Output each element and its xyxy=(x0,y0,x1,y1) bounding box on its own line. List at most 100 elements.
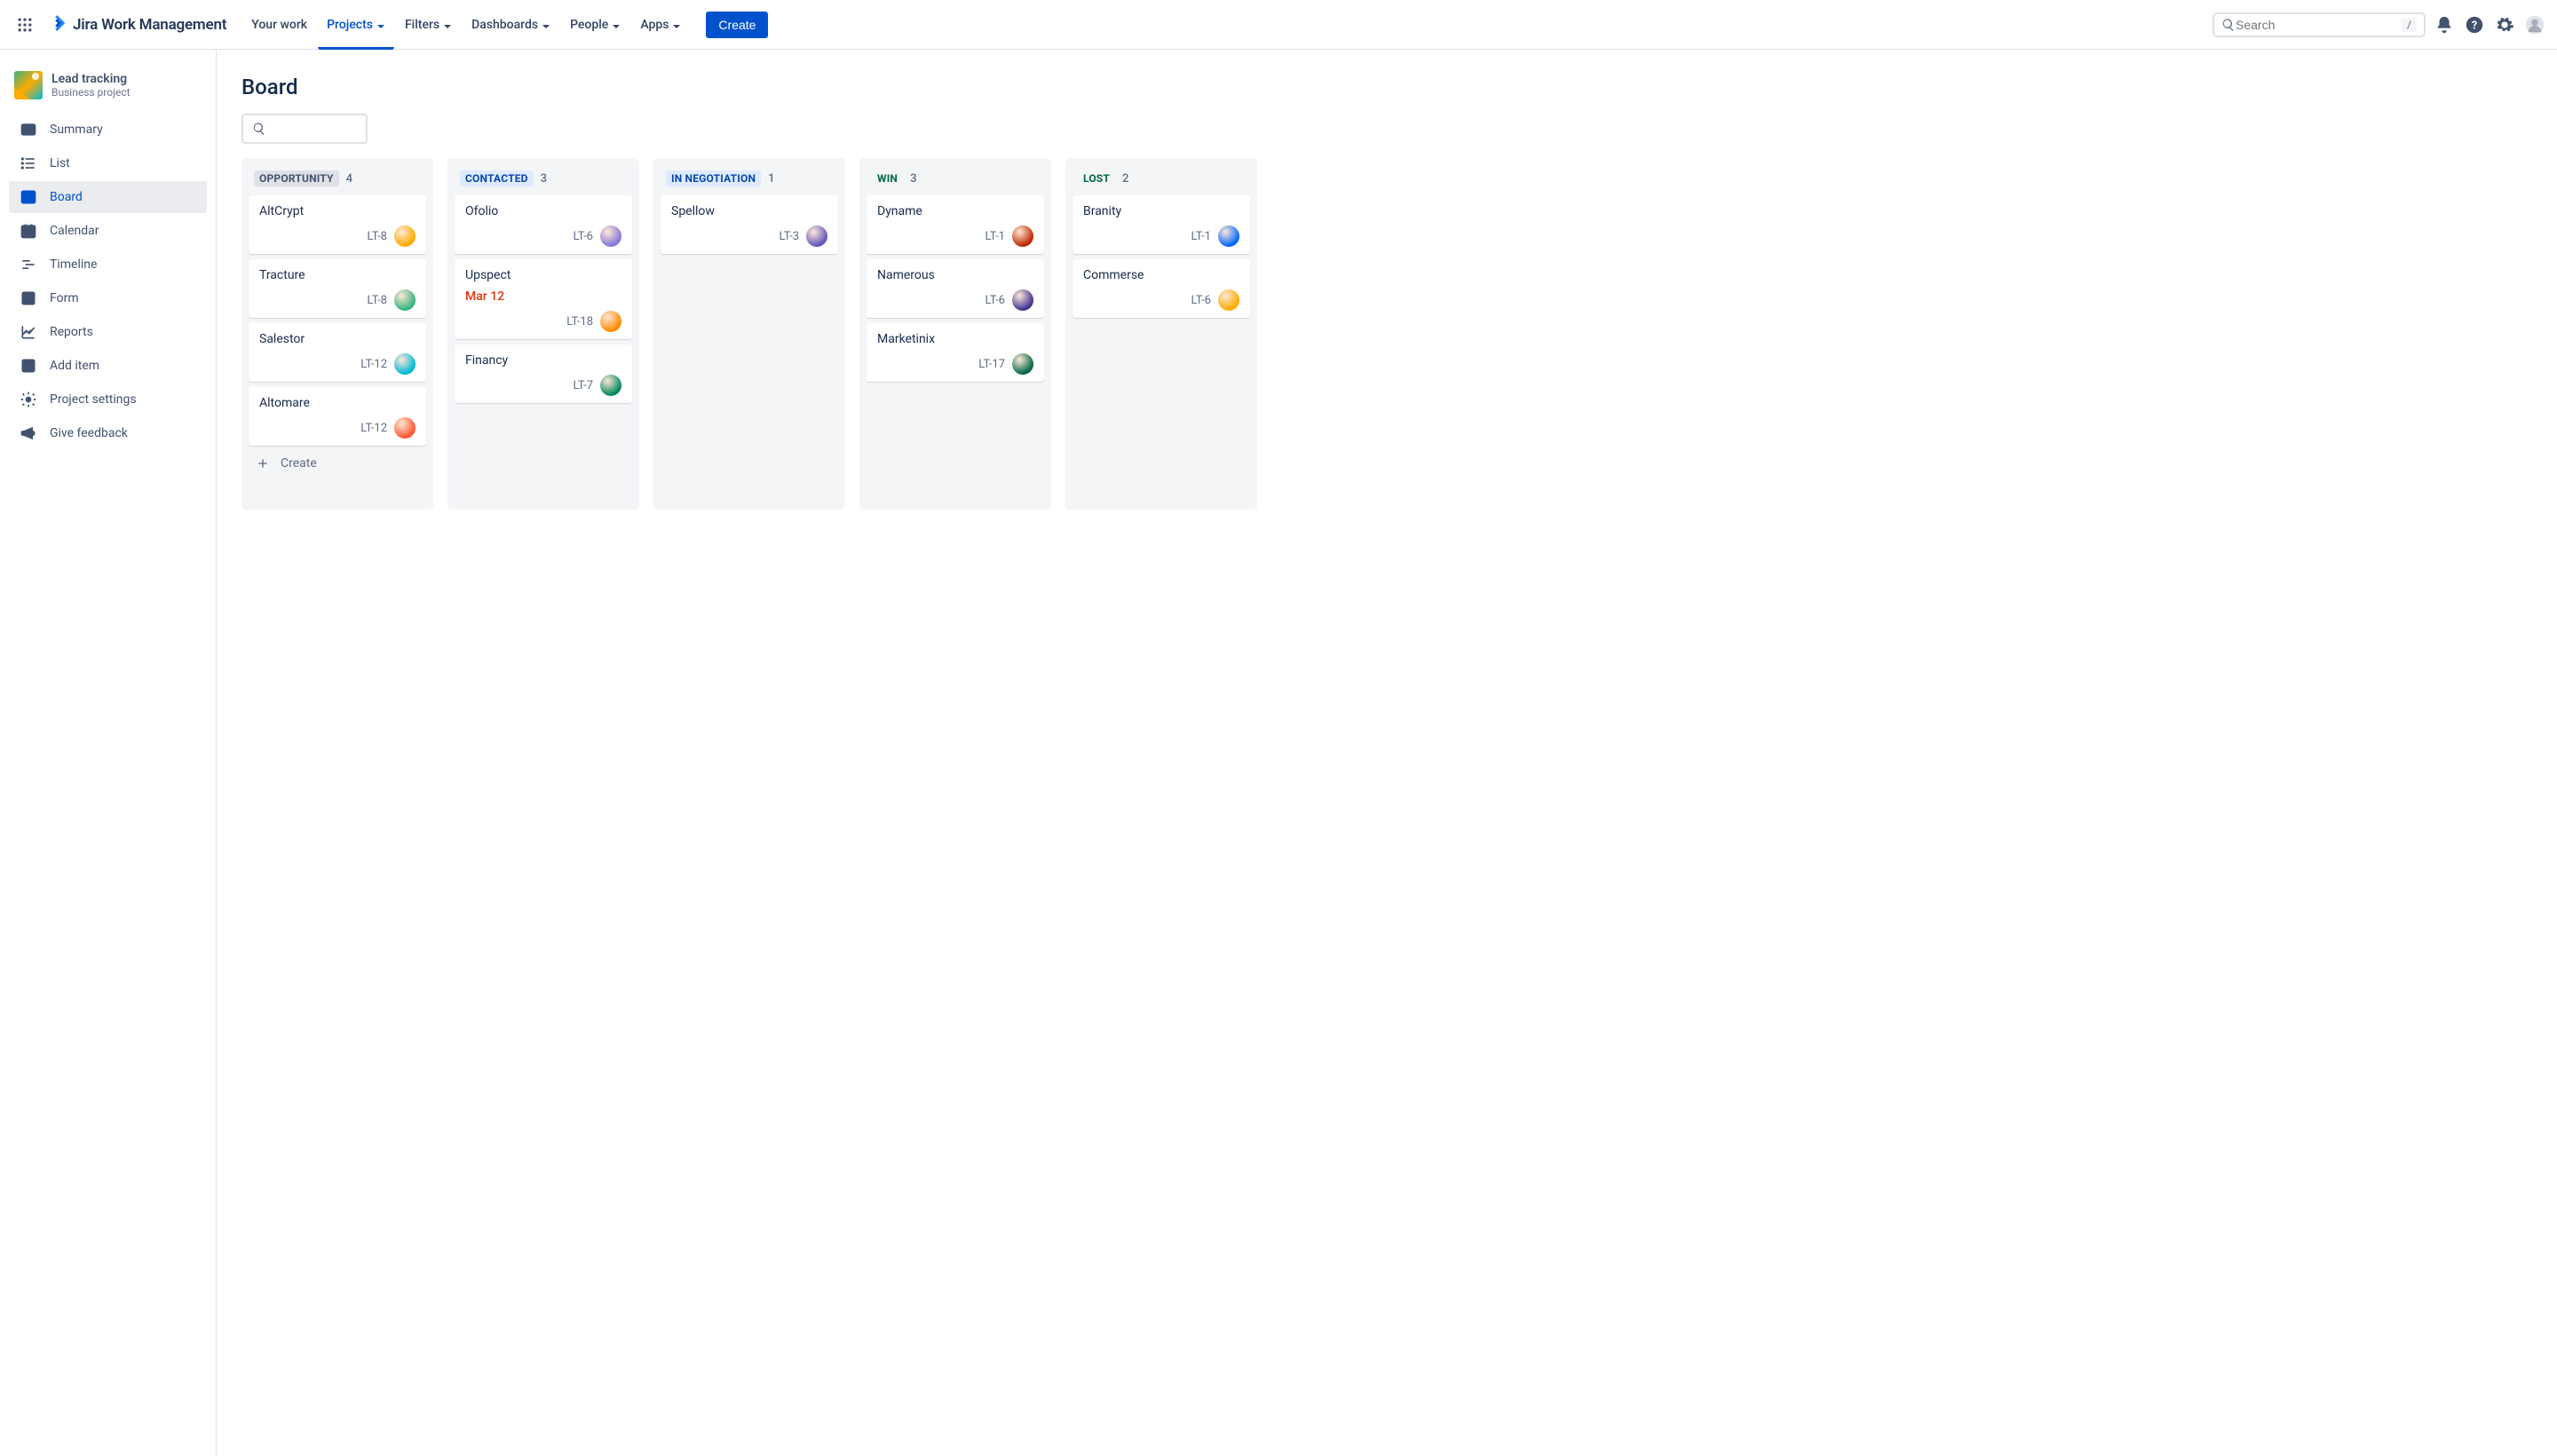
card-title: Tracture xyxy=(259,268,416,282)
column-header[interactable]: WIN3 xyxy=(867,165,1044,195)
create-card-label: Create xyxy=(281,456,317,471)
board-column: IN NEGOTIATION1SpellowLT-3 xyxy=(653,158,845,510)
sidebar-item-settings[interactable]: Project settings xyxy=(9,384,207,415)
sidebar-item-summary[interactable]: Summary xyxy=(9,114,207,146)
assignee-avatar[interactable] xyxy=(1218,226,1239,247)
timeline-icon xyxy=(20,256,37,273)
sidebar-item-list[interactable]: List xyxy=(9,147,207,179)
project-avatar-icon xyxy=(14,71,43,99)
svg-text:?: ? xyxy=(2472,19,2477,32)
nav-people[interactable]: People xyxy=(561,0,629,50)
board-card[interactable]: AltCryptLT-8 xyxy=(249,195,426,254)
card-list: BranityLT-1CommerseLT-6 xyxy=(1073,195,1250,318)
assignee-avatar[interactable] xyxy=(1012,226,1033,247)
board-card[interactable]: Salestor LT-12 xyxy=(249,323,426,382)
column-header[interactable]: OPPORTUNITY 4 xyxy=(249,165,426,195)
board-card[interactable]: NamerousLT-6 xyxy=(867,259,1044,318)
nav-apps[interactable]: Apps xyxy=(631,0,690,50)
assignee-avatar[interactable] xyxy=(394,226,416,247)
sidebar-item-timeline[interactable]: Timeline xyxy=(9,249,207,281)
card-key: LT-6 xyxy=(574,230,593,243)
card-key: LT-6 xyxy=(1191,294,1211,307)
column-header[interactable]: LOST2 xyxy=(1073,165,1250,195)
plus-icon xyxy=(256,456,270,471)
board-card[interactable]: CommerseLT-6 xyxy=(1073,259,1250,318)
card-footer: LT-6 xyxy=(877,289,1033,311)
card-footer: LT-18 xyxy=(465,311,621,332)
card-list: SpellowLT-3 xyxy=(661,195,838,254)
summary-icon xyxy=(20,121,37,138)
help-icon[interactable]: ? xyxy=(2463,13,2486,36)
card-key: LT-12 xyxy=(360,422,387,435)
notifications-icon[interactable] xyxy=(2433,13,2456,36)
board-card[interactable]: SpellowLT-3 xyxy=(661,195,838,254)
assignee-avatar[interactable] xyxy=(600,375,621,396)
sidebar-item-add[interactable]: Add item xyxy=(9,350,207,382)
top-navigation: Jira Work Management Your work Projects … xyxy=(0,0,2557,50)
card-title: Spellow xyxy=(671,204,827,218)
form-icon xyxy=(20,289,37,307)
board-card[interactable]: MarketinixLT-17 xyxy=(867,323,1044,382)
column-count: 3 xyxy=(541,172,547,186)
card-title: Dyname xyxy=(877,204,1033,218)
card-footer: LT-17 xyxy=(877,353,1033,375)
column-count: 4 xyxy=(346,172,352,186)
project-header[interactable]: Lead tracking Business project xyxy=(9,67,207,114)
card-footer: LT-6 xyxy=(465,226,621,247)
app-switcher-icon[interactable] xyxy=(11,11,39,39)
nav-projects[interactable]: Projects xyxy=(318,0,394,50)
project-sidebar: Lead tracking Business project Summary L… xyxy=(0,50,217,1456)
card-footer: LT-12 xyxy=(259,353,416,375)
card-key: LT-1 xyxy=(1191,230,1211,243)
sidebar-item-reports[interactable]: Reports xyxy=(9,316,207,348)
assignee-avatar[interactable] xyxy=(394,417,416,439)
assignee-avatar[interactable] xyxy=(1012,289,1033,311)
card-footer: LT-1 xyxy=(877,226,1033,247)
create-card-button[interactable]: Create xyxy=(249,449,426,478)
global-search[interactable]: / xyxy=(2213,12,2426,37)
assignee-avatar[interactable] xyxy=(394,353,416,375)
column-count: 1 xyxy=(768,172,774,186)
page-title: Board xyxy=(241,75,2532,99)
product-logo[interactable]: Jira Work Management xyxy=(48,13,226,36)
search-icon xyxy=(2221,18,2236,32)
gear-icon xyxy=(20,391,37,408)
card-key: LT-17 xyxy=(978,358,1005,371)
nav-your-work[interactable]: Your work xyxy=(242,0,316,50)
chevron-down-icon xyxy=(612,20,621,29)
card-footer: LT-6 xyxy=(1083,289,1239,311)
assignee-avatar[interactable] xyxy=(806,226,827,247)
assignee-avatar[interactable] xyxy=(600,311,621,332)
assignee-avatar[interactable] xyxy=(1218,289,1239,311)
column-header[interactable]: IN NEGOTIATION1 xyxy=(661,165,838,195)
assignee-avatar[interactable] xyxy=(1012,353,1033,375)
main-content: Board OPPORTUNITY 4 AltCryptLT-8 Tracture LT… xyxy=(217,50,2557,1456)
sidebar-item-board[interactable]: Board xyxy=(9,181,207,213)
board-card[interactable]: BranityLT-1 xyxy=(1073,195,1250,254)
settings-icon[interactable] xyxy=(2493,13,2516,36)
sidebar-item-calendar[interactable]: Calendar xyxy=(9,215,207,247)
nav-filters[interactable]: Filters xyxy=(396,0,461,50)
create-button[interactable]: Create xyxy=(706,12,768,38)
nav-dashboards[interactable]: Dashboards xyxy=(463,0,559,50)
card-title: Salestor xyxy=(259,332,416,346)
profile-avatar[interactable] xyxy=(2523,13,2546,36)
board-search[interactable] xyxy=(241,114,368,144)
card-key: LT-8 xyxy=(368,294,387,307)
board-card[interactable]: Altomare LT-12 xyxy=(249,387,426,446)
kanban-board: OPPORTUNITY 4 AltCryptLT-8 Tracture LT-8 Sale… xyxy=(241,158,2532,510)
sidebar-item-feedback[interactable]: Give feedback xyxy=(9,417,207,449)
board-card[interactable]: OfolioLT-6 xyxy=(455,195,632,254)
column-name: OPPORTUNITY xyxy=(254,170,339,186)
board-card[interactable]: UpspectMar 12LT-18 xyxy=(455,259,632,339)
board-card[interactable]: FinancyLT-7 xyxy=(455,344,632,403)
assignee-avatar[interactable] xyxy=(394,289,416,311)
search-input[interactable] xyxy=(2236,18,2402,32)
card-title: Altomare xyxy=(259,396,416,410)
assignee-avatar[interactable] xyxy=(600,226,621,247)
board-card[interactable]: Dyname LT-1 xyxy=(867,195,1044,254)
card-key: LT-6 xyxy=(986,294,1005,307)
board-card[interactable]: Tracture LT-8 xyxy=(249,259,426,318)
column-header[interactable]: CONTACTED3 xyxy=(455,165,632,195)
sidebar-item-form[interactable]: Form xyxy=(9,282,207,314)
